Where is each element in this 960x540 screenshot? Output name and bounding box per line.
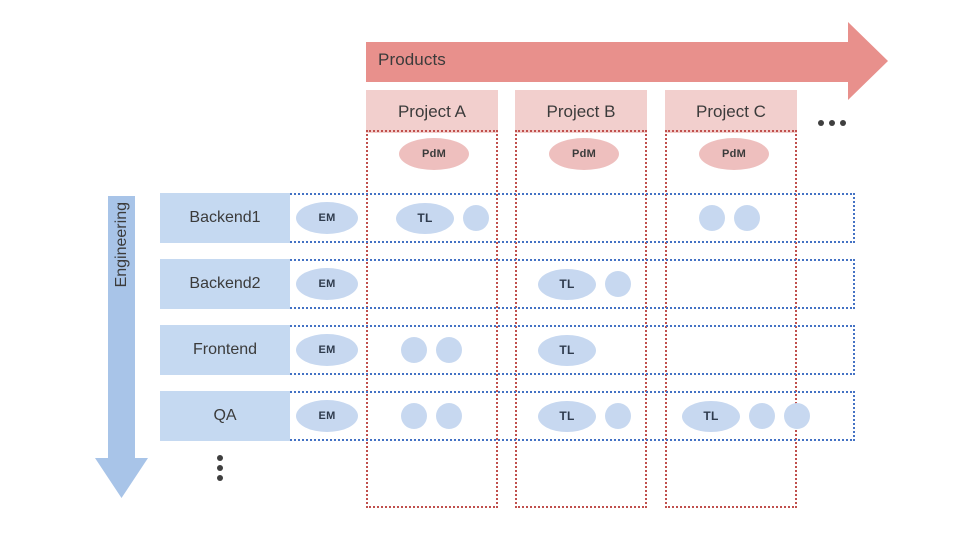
project-header-b[interactable]: Project B bbox=[515, 90, 647, 133]
project-header-a-label: Project A bbox=[397, 101, 467, 121]
tl-oval-frontend-project-b[interactable]: TL bbox=[538, 334, 596, 366]
em-oval-backend2-label: EM bbox=[318, 278, 336, 290]
em-oval-backend1[interactable]: EM bbox=[296, 202, 358, 234]
cell-backend1-project-c[interactable] bbox=[699, 193, 760, 243]
tl-oval-frontend-project-b-label: TL bbox=[559, 343, 575, 357]
cell-backend2-project-b[interactable]: TL bbox=[538, 259, 631, 309]
tl-oval-qa-project-c-label: TL bbox=[703, 409, 719, 423]
member-dot[interactable] bbox=[401, 337, 427, 363]
member-dot[interactable] bbox=[784, 403, 810, 429]
cell-backend1-project-a[interactable]: TL bbox=[396, 193, 489, 243]
em-oval-qa-label: EM bbox=[318, 410, 336, 422]
team-label-backend1[interactable]: Backend1 bbox=[160, 193, 290, 243]
member-dot[interactable] bbox=[605, 271, 631, 297]
tl-oval-backend2-project-b-label: TL bbox=[559, 277, 575, 291]
pdm-oval-project-b[interactable]: PdM bbox=[549, 138, 619, 170]
tl-oval-backend1-project-a-label: TL bbox=[417, 211, 433, 225]
tl-oval-qa-project-b-label: TL bbox=[559, 409, 575, 423]
pdm-oval-project-a[interactable]: PdM bbox=[399, 138, 469, 170]
member-dot[interactable] bbox=[749, 403, 775, 429]
team-label-frontend[interactable]: Frontend bbox=[160, 325, 290, 375]
member-dot[interactable] bbox=[699, 205, 725, 231]
em-oval-frontend[interactable]: EM bbox=[296, 334, 358, 366]
team-label-backend1-text: Backend1 bbox=[189, 209, 261, 226]
member-dot[interactable] bbox=[734, 205, 760, 231]
engineering-overflow-ellipsis-icon bbox=[217, 455, 223, 481]
cell-qa-project-b[interactable]: TL bbox=[538, 391, 631, 441]
member-dot[interactable] bbox=[605, 403, 631, 429]
engineering-axis-label-text: Engineering bbox=[112, 202, 130, 288]
project-column-c bbox=[665, 130, 797, 508]
engineering-axis-label: Engineering bbox=[95, 196, 148, 346]
em-oval-backend2[interactable]: EM bbox=[296, 268, 358, 300]
project-header-c-label: Project C bbox=[696, 101, 766, 121]
tl-oval-qa-project-b[interactable]: TL bbox=[538, 400, 596, 432]
cell-backend2-project-c[interactable] bbox=[699, 259, 771, 309]
project-header-a[interactable]: Project A bbox=[366, 90, 498, 133]
team-label-frontend-text: Frontend bbox=[192, 341, 258, 358]
team-label-qa-text: QA bbox=[213, 407, 237, 424]
member-dot[interactable] bbox=[436, 337, 462, 363]
cell-backend1-project-b[interactable] bbox=[545, 193, 617, 243]
pdm-oval-project-a-label: PdM bbox=[421, 148, 447, 160]
cell-qa-project-a[interactable] bbox=[401, 391, 462, 441]
cell-frontend-project-a[interactable] bbox=[401, 325, 462, 375]
cell-backend2-project-a[interactable] bbox=[396, 259, 468, 309]
member-dot[interactable] bbox=[463, 205, 489, 231]
cell-frontend-project-c[interactable] bbox=[699, 325, 771, 375]
em-oval-backend1-label: EM bbox=[318, 212, 336, 224]
pdm-oval-project-c[interactable]: PdM bbox=[699, 138, 769, 170]
tl-oval-backend1-project-a[interactable]: TL bbox=[396, 202, 454, 234]
tl-oval-qa-project-c[interactable]: TL bbox=[682, 400, 740, 432]
team-label-backend2-text: Backend2 bbox=[189, 275, 261, 292]
project-column-b bbox=[515, 130, 647, 508]
cell-qa-project-c[interactable]: TL bbox=[682, 391, 810, 441]
em-oval-qa[interactable]: EM bbox=[296, 400, 358, 432]
member-dot[interactable] bbox=[436, 403, 462, 429]
pdm-oval-project-c-label: PdM bbox=[721, 148, 747, 160]
cell-frontend-project-b[interactable]: TL bbox=[538, 325, 596, 375]
tl-oval-backend2-project-b[interactable]: TL bbox=[538, 268, 596, 300]
products-axis-label: Products bbox=[378, 50, 446, 69]
member-dot[interactable] bbox=[401, 403, 427, 429]
team-label-backend2[interactable]: Backend2 bbox=[160, 259, 290, 309]
project-header-b-label: Project B bbox=[546, 101, 616, 121]
diagram-canvas: Products Engineering Project A Project B… bbox=[0, 0, 960, 540]
team-label-qa[interactable]: QA bbox=[160, 391, 290, 441]
products-overflow-ellipsis-icon bbox=[818, 120, 846, 126]
project-column-a bbox=[366, 130, 498, 508]
em-oval-frontend-label: EM bbox=[318, 344, 336, 356]
pdm-oval-project-b-label: PdM bbox=[571, 148, 597, 160]
project-header-c[interactable]: Project C bbox=[665, 90, 797, 133]
